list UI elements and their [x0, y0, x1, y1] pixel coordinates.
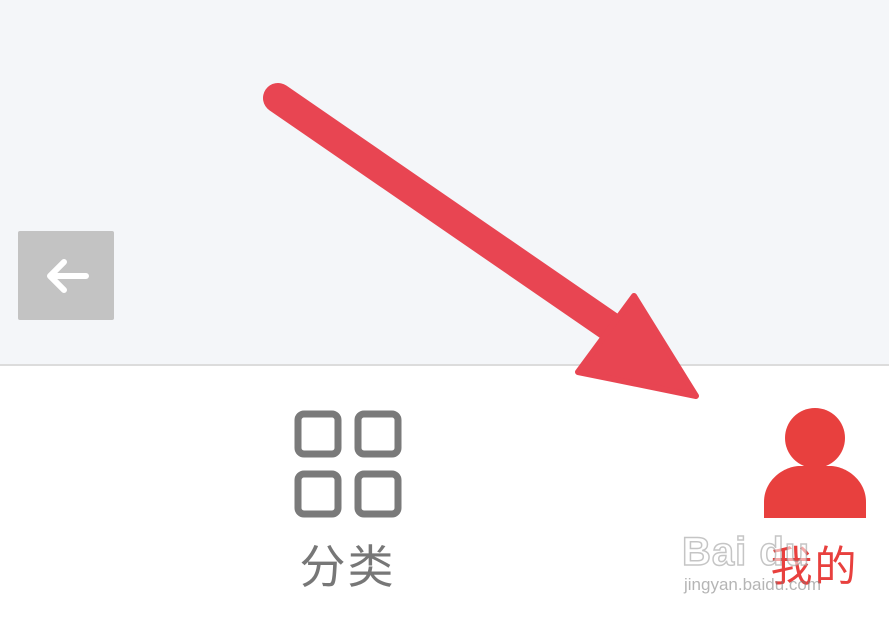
content-area: [0, 0, 889, 364]
tab-category-label: 分类: [299, 540, 396, 594]
tab-category[interactable]: 分类: [270, 366, 425, 606]
person-icon: [764, 408, 866, 518]
grid-icon: [294, 410, 402, 518]
back-button[interactable]: [18, 231, 114, 320]
arrow-left-icon: [47, 258, 89, 293]
tab-mine[interactable]: 我的: [740, 366, 889, 606]
tab-mine-label: 我的: [770, 542, 859, 591]
